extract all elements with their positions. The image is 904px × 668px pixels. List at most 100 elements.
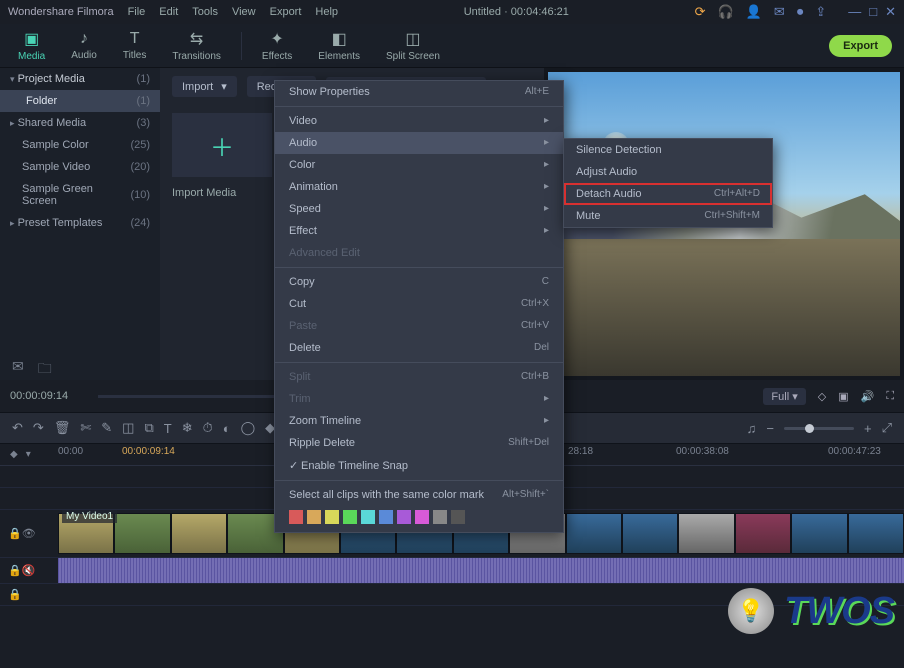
tab-effects[interactable]: ✦Effects <box>256 25 298 66</box>
clip-thumb[interactable] <box>735 513 791 554</box>
cm-ripple-delete[interactable]: Ripple DeleteShift+Del <box>275 432 563 454</box>
color-swatch[interactable] <box>379 510 393 524</box>
sidebar-item-sample-video[interactable]: Sample Video(20) <box>0 156 160 178</box>
sm-adjust-audio[interactable]: Adjust Audio <box>564 161 772 183</box>
sidebar-item-shared-media[interactable]: ▸ Shared Media(3) <box>0 112 160 134</box>
cm-timeline-snap[interactable]: ✓Enable Timeline Snap <box>275 454 563 477</box>
folder-icon[interactable]: 🗀 <box>38 358 52 382</box>
menu-help[interactable]: Help <box>315 6 338 18</box>
cm-select-same-color[interactable]: Select all clips with the same color mar… <box>275 484 563 506</box>
chevron-down-icon[interactable]: ▾ <box>26 449 31 460</box>
clip-thumb[interactable] <box>171 513 227 554</box>
color-swatch[interactable] <box>289 510 303 524</box>
mute-icon[interactable]: 🔇 <box>22 564 36 577</box>
maximize-icon[interactable]: □ <box>869 4 877 20</box>
cm-show-properties[interactable]: Show PropertiesAlt+E <box>275 81 563 103</box>
user-icon[interactable]: 👤 <box>746 4 762 20</box>
volume-icon[interactable]: 🔊 <box>861 390 875 403</box>
cm-copy[interactable]: CopyC <box>275 271 563 293</box>
minimize-icon[interactable]: — <box>848 4 861 20</box>
lock-icon[interactable]: 🔒 <box>8 564 22 577</box>
speed-icon[interactable]: ⏱ <box>203 420 213 436</box>
color-swatch[interactable] <box>451 510 465 524</box>
tab-audio[interactable]: ♪Audio <box>65 26 103 65</box>
trim-icon[interactable]: ◫ <box>122 420 134 436</box>
message-icon[interactable]: ✉ <box>774 4 785 20</box>
crop-icon[interactable]: ⧉ <box>144 420 153 436</box>
marker-icon[interactable]: ◇ <box>818 390 826 403</box>
lock-icon[interactable]: 🔒 <box>8 588 22 601</box>
tab-media[interactable]: ▣Media <box>12 25 51 66</box>
menu-view[interactable]: View <box>232 6 256 18</box>
close-icon[interactable]: ✕ <box>885 4 896 20</box>
color-swatch[interactable] <box>397 510 411 524</box>
audio-waveform[interactable] <box>58 558 904 583</box>
color-swatch[interactable] <box>361 510 375 524</box>
tab-split-screen[interactable]: ◫Split Screen <box>380 25 446 66</box>
clip-thumb[interactable] <box>114 513 170 554</box>
mixer-icon[interactable]: ♫ <box>747 421 757 436</box>
cm-video[interactable]: Video▸ <box>275 110 563 132</box>
color-swatch[interactable] <box>433 510 447 524</box>
menu-file[interactable]: File <box>128 6 146 18</box>
cm-audio[interactable]: Audio▸ <box>275 132 563 154</box>
cm-delete[interactable]: DeleteDel <box>275 337 563 359</box>
fit-icon[interactable]: ⤢ <box>882 420 892 436</box>
clip-thumb[interactable] <box>566 513 622 554</box>
zoom-slider[interactable] <box>784 427 854 430</box>
sm-mute[interactable]: MuteCtrl+Shift+M <box>564 205 772 227</box>
import-tile[interactable]: ＋ <box>172 113 272 177</box>
text-icon[interactable]: T <box>164 421 172 436</box>
color-swatch[interactable] <box>415 510 429 524</box>
cut-icon[interactable]: ✄ <box>80 420 91 436</box>
redo-icon[interactable]: ↷ <box>33 420 44 436</box>
color-icon[interactable]: ◐ <box>223 421 231 436</box>
clip-thumb[interactable] <box>678 513 734 554</box>
undo-icon[interactable]: ↶ <box>12 420 23 436</box>
clip-thumb[interactable] <box>622 513 678 554</box>
color-swatch[interactable] <box>307 510 321 524</box>
eye-icon[interactable]: 👁 <box>22 527 36 540</box>
sm-detach-audio[interactable]: Detach AudioCtrl+Alt+D <box>564 183 772 205</box>
clip-thumb[interactable] <box>791 513 847 554</box>
cm-effect[interactable]: Effect▸ <box>275 220 563 242</box>
sidebar-item-folder[interactable]: Folder(1) <box>0 90 160 112</box>
sidebar-item-green-screen[interactable]: Sample Green Screen(10) <box>0 178 160 212</box>
import-dropdown[interactable]: Import▾ <box>172 76 237 97</box>
sm-silence-detection[interactable]: Silence Detection <box>564 139 772 161</box>
clip-thumb[interactable] <box>848 513 904 554</box>
lock-icon[interactable]: 🔒 <box>8 527 22 540</box>
freeze-icon[interactable]: ❄ <box>182 420 193 436</box>
menu-tools[interactable]: Tools <box>192 6 218 18</box>
sidebar-item-preset-templates[interactable]: ▸ Preset Templates(24) <box>0 212 160 234</box>
cloud-sync-icon[interactable]: ⟳ <box>695 4 706 20</box>
record-icon[interactable]: ⏺ <box>797 4 804 20</box>
color-swatch[interactable] <box>325 510 339 524</box>
cm-speed[interactable]: Speed▸ <box>275 198 563 220</box>
sidebar-item-project-media[interactable]: ▾ Project Media(1) <box>0 68 160 90</box>
zoom-in-icon[interactable]: + <box>864 421 872 436</box>
fullscreen-icon[interactable]: ⛶ <box>886 390 894 403</box>
cm-animation[interactable]: Animation▸ <box>275 176 563 198</box>
snapshot-icon[interactable]: ▣ <box>838 390 848 403</box>
cm-zoom-timeline[interactable]: Zoom Timeline▸ <box>275 410 563 432</box>
delete-icon[interactable]: 🗑 <box>54 420 71 436</box>
cm-color[interactable]: Color▸ <box>275 154 563 176</box>
menu-edit[interactable]: Edit <box>159 6 178 18</box>
sidebar-item-sample-color[interactable]: Sample Color(25) <box>0 134 160 156</box>
cm-cut[interactable]: CutCtrl+X <box>275 293 563 315</box>
menu-export[interactable]: Export <box>270 6 302 18</box>
export-button[interactable]: Export <box>829 35 892 57</box>
marker-add-icon[interactable]: ◆ <box>10 449 18 460</box>
upload-icon[interactable]: ⇪ <box>815 4 826 20</box>
edit-icon[interactable]: ✎ <box>101 420 112 436</box>
green-screen-icon[interactable]: ◯ <box>241 420 256 436</box>
tab-titles[interactable]: TTitles <box>117 26 153 65</box>
quality-dropdown[interactable]: Full ▾ <box>763 388 805 405</box>
support-icon[interactable]: 🎧 <box>718 4 734 20</box>
tab-transitions[interactable]: ⇆Transitions <box>166 25 227 66</box>
color-swatch[interactable] <box>343 510 357 524</box>
tab-elements[interactable]: ◧Elements <box>312 25 366 66</box>
audio-track-1[interactable]: 🔒 🔇 <box>0 558 904 584</box>
zoom-out-icon[interactable]: − <box>766 421 774 436</box>
